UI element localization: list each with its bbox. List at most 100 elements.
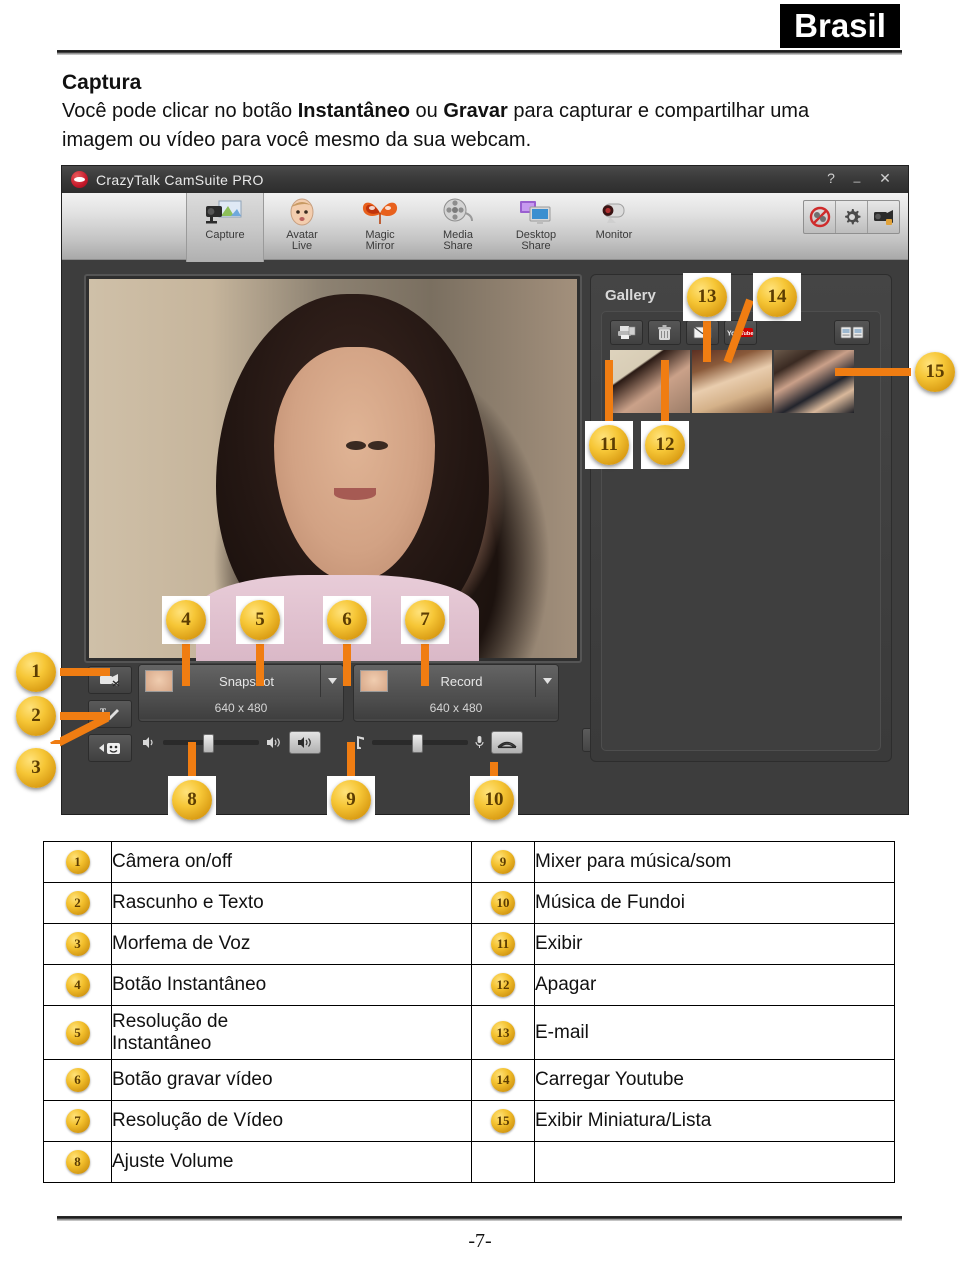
microphone-icon (475, 736, 484, 748)
legend-label-cell: Botão gravar vídeo (111, 1059, 472, 1101)
callout-marker-2: 2 (16, 696, 56, 736)
page-body-text: Você pode clicar no botão Instantâneo ou… (62, 97, 862, 155)
callout-marker-11: 11 (589, 425, 629, 465)
mute-toggle-button[interactable] (289, 730, 321, 754)
toolbar-item-monitor[interactable]: Monitor (576, 193, 652, 262)
speaker-low-icon (143, 736, 153, 748)
music-slider-knob[interactable] (412, 733, 423, 753)
legend-label-cell: Resolução de Instantâneo (111, 1005, 472, 1060)
callout-marker-10: 10 (474, 780, 514, 820)
toolbar-label-desktop-share: Desktop Share (515, 229, 557, 252)
record-control-group: Record 640 x 480 (353, 664, 559, 722)
legend-number-cell: 3 (43, 923, 112, 965)
legend-number-cell: 13 (471, 1005, 535, 1060)
webcam-icon (595, 196, 633, 228)
legend-number-cell: 10 (471, 882, 535, 924)
snapshot-dropdown-arrow[interactable] (320, 665, 343, 697)
toolbar-label-media-share: Media Share (443, 229, 473, 252)
toolbar-label-capture: Capture (205, 229, 245, 241)
callout-marker-12: 12 (645, 425, 685, 465)
body-text-bold1: Instantâneo (297, 100, 410, 122)
camera-settings-icon[interactable] (868, 201, 899, 233)
legend-number-cell: 2 (43, 882, 112, 924)
callout-marker-6: 6 (327, 600, 367, 640)
legend-label-cell: Carregar Youtube (534, 1059, 895, 1101)
toolbar-item-capture[interactable]: Capture (186, 193, 264, 262)
callout-marker-14: 14 (757, 277, 797, 317)
leader-line-15 (835, 368, 917, 376)
body-text-bold2: Gravar (443, 100, 508, 122)
legend-label-cell-empty (534, 1141, 895, 1183)
toolbar-item-avatar-live[interactable]: Avatar Live (264, 193, 340, 262)
gallery-inner-area: You Tube (601, 311, 881, 751)
callout-marker-3: 3 (16, 748, 56, 788)
callout-marker-15: 15 (915, 352, 955, 392)
legend-number-cell: 8 (43, 1141, 112, 1183)
legend-table: 1 Câmera on/off 9 Mixer para música/som … (43, 841, 895, 1183)
toolbar-item-desktop-share[interactable]: Desktop Share (498, 193, 574, 262)
snapshot-resolution[interactable]: 640 x 480 (139, 697, 343, 719)
monitors-icon (517, 196, 555, 228)
legend-label-cell: Resolução de Vídeo (111, 1100, 472, 1142)
help-button[interactable]: ? (822, 170, 840, 186)
callout-marker-8: 8 (172, 780, 212, 820)
callout-marker-9: 9 (331, 780, 371, 820)
snapshot-preview-thumbnail (145, 670, 173, 692)
body-text-part1: Você pode clicar no botão (62, 100, 298, 122)
app-title-text: CrazyTalk CamSuite PRO (96, 171, 264, 188)
thumbnail-list-toggle-icon[interactable] (834, 320, 870, 345)
speaker-high-icon (267, 736, 280, 748)
no-avatar-icon[interactable] (804, 201, 836, 233)
volume-slider-knob[interactable] (203, 733, 214, 753)
volume-slider-row (142, 728, 321, 756)
table-row: 8 Ajuste Volume (43, 1141, 895, 1183)
toolbar-item-media-share[interactable]: Media Share (420, 193, 496, 262)
legend-label-cell: Ajuste Volume (111, 1141, 472, 1183)
legend-label-cell: Apagar (534, 964, 895, 1006)
volume-slider-track[interactable] (163, 733, 259, 753)
table-row: 2 Rascunho e Texto 10 Música de Fundoi (43, 882, 895, 924)
trash-icon[interactable] (648, 320, 681, 345)
legend-number-cell: 14 (471, 1059, 535, 1101)
legend-label-cell: Morfema de Voz (111, 923, 472, 965)
callout-marker-13: 13 (687, 277, 727, 317)
record-resolution[interactable]: 640 x 480 (354, 697, 558, 719)
record-dropdown-arrow[interactable] (535, 665, 558, 697)
print-icon[interactable] (610, 320, 643, 345)
record-preview-thumbnail (360, 670, 388, 692)
table-row: 7 Resolução de Vídeo 15 Exibir Miniatura… (43, 1100, 895, 1142)
legend-number-cell-empty (471, 1141, 535, 1183)
record-label: Record (440, 673, 483, 689)
video-subject-eye-left (346, 441, 367, 451)
brasil-country-badge: Brasil (780, 4, 900, 48)
close-button[interactable]: ✕ (876, 170, 894, 187)
music-slider-row (352, 728, 523, 756)
legend-label-cell: Botão Instantâneo (111, 964, 472, 1006)
gallery-panel: Gallery Tube (590, 274, 892, 762)
header-divider-rule (57, 50, 902, 55)
app-titlebar: CrazyTalk CamSuite PRO ? _ ✕ (62, 166, 908, 193)
toolbar-item-magic-mirror[interactable]: Magic Mirror (342, 193, 418, 262)
snapshot-button[interactable]: Snapshot (139, 665, 343, 697)
record-button[interactable]: Record (354, 665, 558, 697)
table-row: 3 Morfema de Voz 11 Exibir (43, 923, 895, 965)
video-subject-eye-right (367, 441, 388, 451)
legend-label-cell: Rascunho e Texto (111, 882, 472, 924)
video-subject-mouth (333, 488, 376, 501)
table-row: 4 Botão Instantâneo 12 Apagar (43, 964, 895, 1006)
leader-line-1 (56, 668, 110, 676)
voice-morph-button[interactable] (88, 734, 132, 762)
legend-label-cell: Exibir Miniatura/Lista (534, 1100, 895, 1142)
gallery-thumbnail[interactable] (610, 350, 690, 413)
music-slider-track[interactable] (372, 733, 468, 753)
toolbar-label-monitor: Monitor (595, 229, 633, 241)
legend-label-cell: Exibir (534, 923, 895, 965)
callout-marker-5: 5 (240, 600, 280, 640)
app-main-toolbar: Capture Avatar Live Magic Mirror Media S… (62, 193, 908, 262)
minimize-button[interactable]: _ (848, 169, 866, 183)
gear-icon[interactable] (836, 201, 868, 233)
gallery-thumbnail[interactable] (774, 350, 854, 413)
callout-marker-1: 1 (16, 652, 56, 692)
gallery-thumbnail-strip (610, 350, 872, 413)
audio-mixer-button[interactable] (491, 730, 523, 754)
